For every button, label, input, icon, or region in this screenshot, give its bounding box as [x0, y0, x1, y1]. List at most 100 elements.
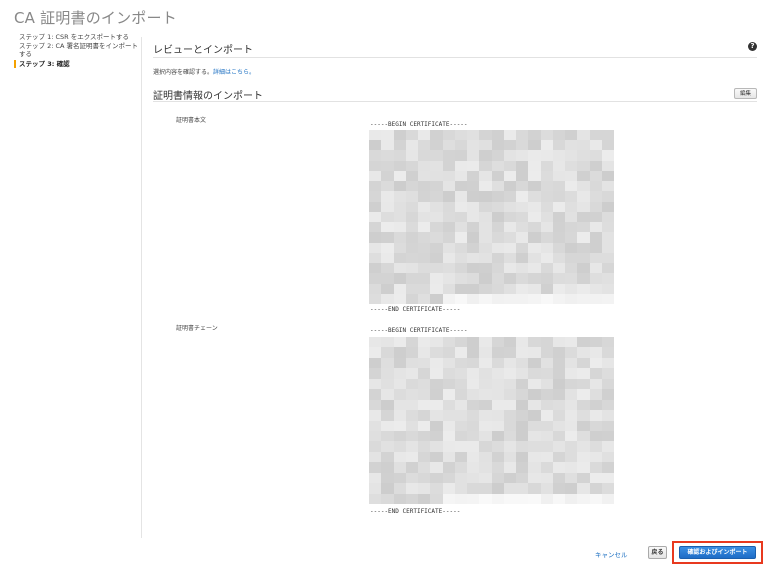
edit-button[interactable]: 編集: [733, 88, 757, 99]
redaction-pixel: [589, 242, 602, 253]
redaction-pixel: [565, 357, 578, 369]
redaction-pixel: [454, 347, 467, 358]
redaction-pixel: [528, 160, 541, 171]
question-circle-icon[interactable]: ?: [748, 42, 757, 51]
redaction-pixel: [454, 420, 467, 431]
redaction-pixel: [589, 211, 602, 223]
redaction-pixel: [467, 493, 480, 504]
redaction-pixel: [565, 211, 578, 223]
redaction-pixel: [454, 451, 467, 463]
redaction-pixel: [528, 201, 541, 212]
redaction-pixel: [430, 273, 443, 284]
redaction-pixel: [552, 472, 565, 484]
redaction-pixel: [418, 242, 431, 253]
redaction-pixel: [552, 140, 565, 151]
redaction-pixel: [369, 181, 382, 192]
redaction-pixel: [393, 273, 406, 284]
redaction-pixel: [369, 242, 382, 253]
redaction-pixel: [552, 430, 565, 442]
redaction-pixel: [430, 211, 443, 223]
redaction-pixel: [589, 389, 602, 400]
redaction-pixel: [381, 347, 394, 358]
redaction-pixel: [516, 378, 529, 390]
redaction-pixel: [454, 140, 467, 151]
redaction-pixel: [467, 451, 480, 463]
cancel-link[interactable]: キャンセル: [595, 549, 628, 559]
redaction-pixel: [405, 410, 418, 421]
redaction-pixel: [467, 252, 480, 264]
redaction-pixel: [528, 273, 541, 284]
redaction-pixel: [467, 399, 480, 411]
redaction-pixel: [381, 420, 394, 431]
redaction-pixel: [565, 130, 578, 141]
redaction-pixel: [454, 483, 467, 494]
redaction-pixel: [442, 222, 455, 233]
redaction-pixel: [442, 337, 455, 348]
redaction-pixel: [577, 462, 590, 473]
redaction-pixel: [467, 430, 480, 442]
review-description-text: 選択内容を確認する。: [153, 69, 214, 76]
redaction-pixel: [516, 181, 529, 192]
redaction-pixel: [503, 130, 516, 141]
redaction-pixel: [405, 232, 418, 243]
redaction-pixel: [369, 201, 382, 212]
redaction-pixel: [393, 357, 406, 369]
redaction-pixel: [601, 283, 614, 294]
redaction-pixel: [393, 378, 406, 390]
redaction-pixel: [491, 347, 504, 358]
redaction-pixel: [516, 263, 529, 274]
redaction-pixel: [442, 368, 455, 379]
redaction-pixel: [369, 357, 382, 369]
redaction-pixel: [503, 347, 516, 358]
redaction-pixel: [552, 232, 565, 243]
learn-more-link[interactable]: 詳細はこちら。: [213, 69, 255, 76]
redaction-pixel: [589, 462, 602, 473]
redaction-pixel: [577, 293, 590, 304]
redaction-pixel: [528, 347, 541, 358]
redaction-pixel: [589, 222, 602, 233]
redaction-pixel: [467, 211, 480, 223]
redaction-pixel: [430, 130, 443, 141]
redaction-pixel: [565, 378, 578, 390]
redaction-pixel: [552, 242, 565, 253]
redaction-pixel: [442, 170, 455, 182]
redaction-pixel: [442, 357, 455, 369]
redaction-pixel: [393, 399, 406, 411]
redaction-pixel: [467, 150, 480, 161]
redaction-pixel: [405, 140, 418, 151]
redaction-pixel: [552, 181, 565, 192]
redaction-pixel: [418, 472, 431, 484]
redaction-pixel: [430, 150, 443, 161]
redaction-pixel: [479, 222, 492, 233]
redaction-pixel: [503, 389, 516, 400]
redaction-pixel: [552, 368, 565, 379]
redaction-pixel: [516, 140, 529, 151]
redaction-pixel: [565, 293, 578, 304]
redaction-pixel: [589, 347, 602, 358]
redaction-pixel: [491, 378, 504, 390]
redaction-pixel: [601, 150, 614, 161]
redaction-pixel: [528, 140, 541, 151]
redaction-pixel: [516, 222, 529, 233]
redaction-pixel: [418, 222, 431, 233]
redaction-pixel: [516, 191, 529, 202]
redaction-pixel: [381, 191, 394, 202]
redaction-pixel: [405, 441, 418, 452]
redaction-pixel: [479, 181, 492, 192]
step-1-export-csr[interactable]: ステップ 1: CSR をエクスポートする: [14, 33, 138, 41]
redaction-pixel: [552, 293, 565, 304]
redaction-pixel: [601, 378, 614, 390]
redaction-pixel: [405, 462, 418, 473]
redaction-pixel: [589, 232, 602, 243]
confirm-and-import-button[interactable]: 確認およびインポート: [679, 546, 756, 559]
step-2-import-signed-cert[interactable]: ステップ 2: CA 署名証明書をインポートする: [14, 42, 138, 58]
redaction-pixel: [479, 462, 492, 473]
redaction-pixel: [503, 399, 516, 411]
redaction-pixel: [503, 263, 516, 274]
redaction-pixel: [418, 130, 431, 141]
redaction-pixel: [467, 140, 480, 151]
redaction-pixel: [381, 252, 394, 264]
back-button[interactable]: 戻る: [648, 546, 667, 559]
redaction-pixel: [565, 472, 578, 484]
redaction-pixel: [552, 222, 565, 233]
